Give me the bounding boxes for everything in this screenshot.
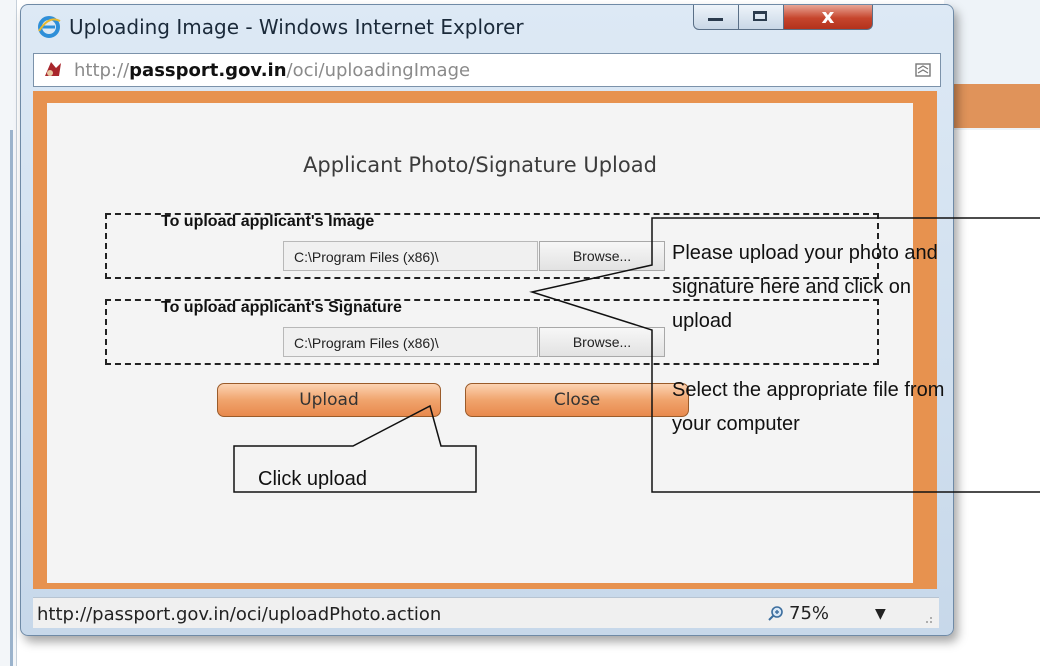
- file-callout-line-1: Select the appropriate file from: [672, 379, 945, 401]
- photo-callout-line-1: Please upload your photo and: [672, 242, 938, 264]
- photo-callout-line-2: signature here and click on: [672, 276, 912, 298]
- photo-callout-line-3: upload: [672, 310, 733, 332]
- file-callout-line-2: your computer: [672, 413, 800, 435]
- upload-callout-text: Click upload: [258, 468, 367, 490]
- annotation-callouts: [233, 217, 1040, 493]
